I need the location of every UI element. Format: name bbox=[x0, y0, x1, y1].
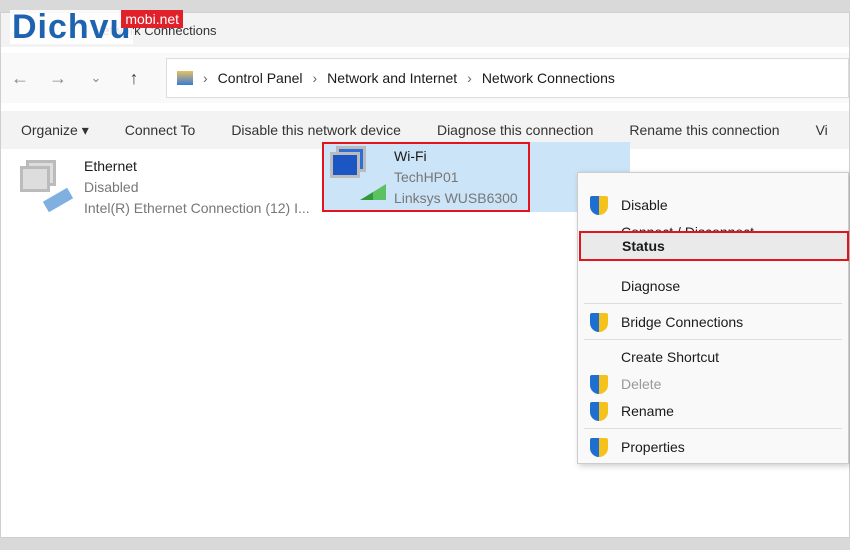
breadcrumb-network-connections[interactable]: Network Connections bbox=[482, 70, 615, 86]
forward-icon[interactable]: → bbox=[39, 68, 77, 89]
ethernet-connection[interactable]: Ethernet Disabled Intel(R) Ethernet Connec… bbox=[18, 156, 310, 219]
breadcrumb-separator: › bbox=[467, 70, 472, 86]
control-panel-icon bbox=[177, 71, 193, 85]
wifi-highlight-box bbox=[322, 142, 530, 212]
menu-diagnose[interactable]: Diagnose bbox=[578, 273, 848, 299]
menu-delete: Delete bbox=[578, 371, 848, 397]
connect-to-button[interactable]: Connect To bbox=[125, 122, 196, 138]
menu-create-shortcut[interactable]: Create Shortcut bbox=[578, 344, 848, 370]
rename-button[interactable]: Rename this connection bbox=[629, 122, 779, 138]
watermark-logo: Dichvu mobi.net bbox=[10, 8, 184, 46]
disable-device-button[interactable]: Disable this network device bbox=[231, 122, 401, 138]
connection-status: Disabled bbox=[84, 179, 139, 195]
uac-shield-icon bbox=[590, 438, 608, 457]
uac-shield-icon bbox=[590, 313, 608, 332]
view-button[interactable]: Vi bbox=[816, 122, 828, 138]
address-bar[interactable]: › Control Panel › Network and Internet ›… bbox=[166, 58, 849, 98]
menu-status[interactable]: Status bbox=[579, 231, 849, 261]
menu-separator bbox=[584, 303, 842, 304]
uac-shield-icon bbox=[590, 402, 608, 421]
recent-chevron-icon[interactable]: ⌄ bbox=[77, 70, 115, 86]
address-row: ← → ⌄ ↑ › Control Panel › Network and In… bbox=[1, 53, 849, 103]
menu-disable[interactable]: Disable bbox=[578, 192, 848, 218]
logo-suffix: mobi.net bbox=[121, 10, 184, 28]
organize-button[interactable]: Organize ▾ bbox=[21, 122, 89, 139]
connection-device: Intel(R) Ethernet Connection (12) I... bbox=[84, 200, 310, 216]
uac-shield-icon bbox=[590, 375, 608, 394]
breadcrumb-separator: › bbox=[203, 70, 208, 86]
breadcrumb-network-internet[interactable]: Network and Internet bbox=[327, 70, 457, 86]
ethernet-icon bbox=[18, 156, 76, 214]
menu-status-label: Status bbox=[622, 238, 665, 254]
menu-bridge-connections[interactable]: Bridge Connections bbox=[578, 309, 848, 335]
breadcrumb-control-panel[interactable]: Control Panel bbox=[218, 70, 303, 86]
diagnose-button[interactable]: Diagnose this connection bbox=[437, 122, 593, 138]
up-icon[interactable]: ↑ bbox=[115, 68, 153, 89]
context-menu: Disable Connect / Disconnect Diagnose Br… bbox=[577, 172, 849, 464]
menu-rename[interactable]: Rename bbox=[578, 398, 848, 424]
breadcrumb-separator: › bbox=[312, 70, 318, 86]
logo-text: Dichvu bbox=[10, 8, 134, 46]
menu-separator bbox=[584, 339, 842, 340]
uac-shield-icon bbox=[590, 196, 608, 215]
menu-separator bbox=[584, 428, 842, 429]
connection-name: Ethernet bbox=[84, 158, 137, 174]
back-icon[interactable]: ← bbox=[1, 68, 39, 89]
menu-properties[interactable]: Properties bbox=[578, 434, 848, 460]
